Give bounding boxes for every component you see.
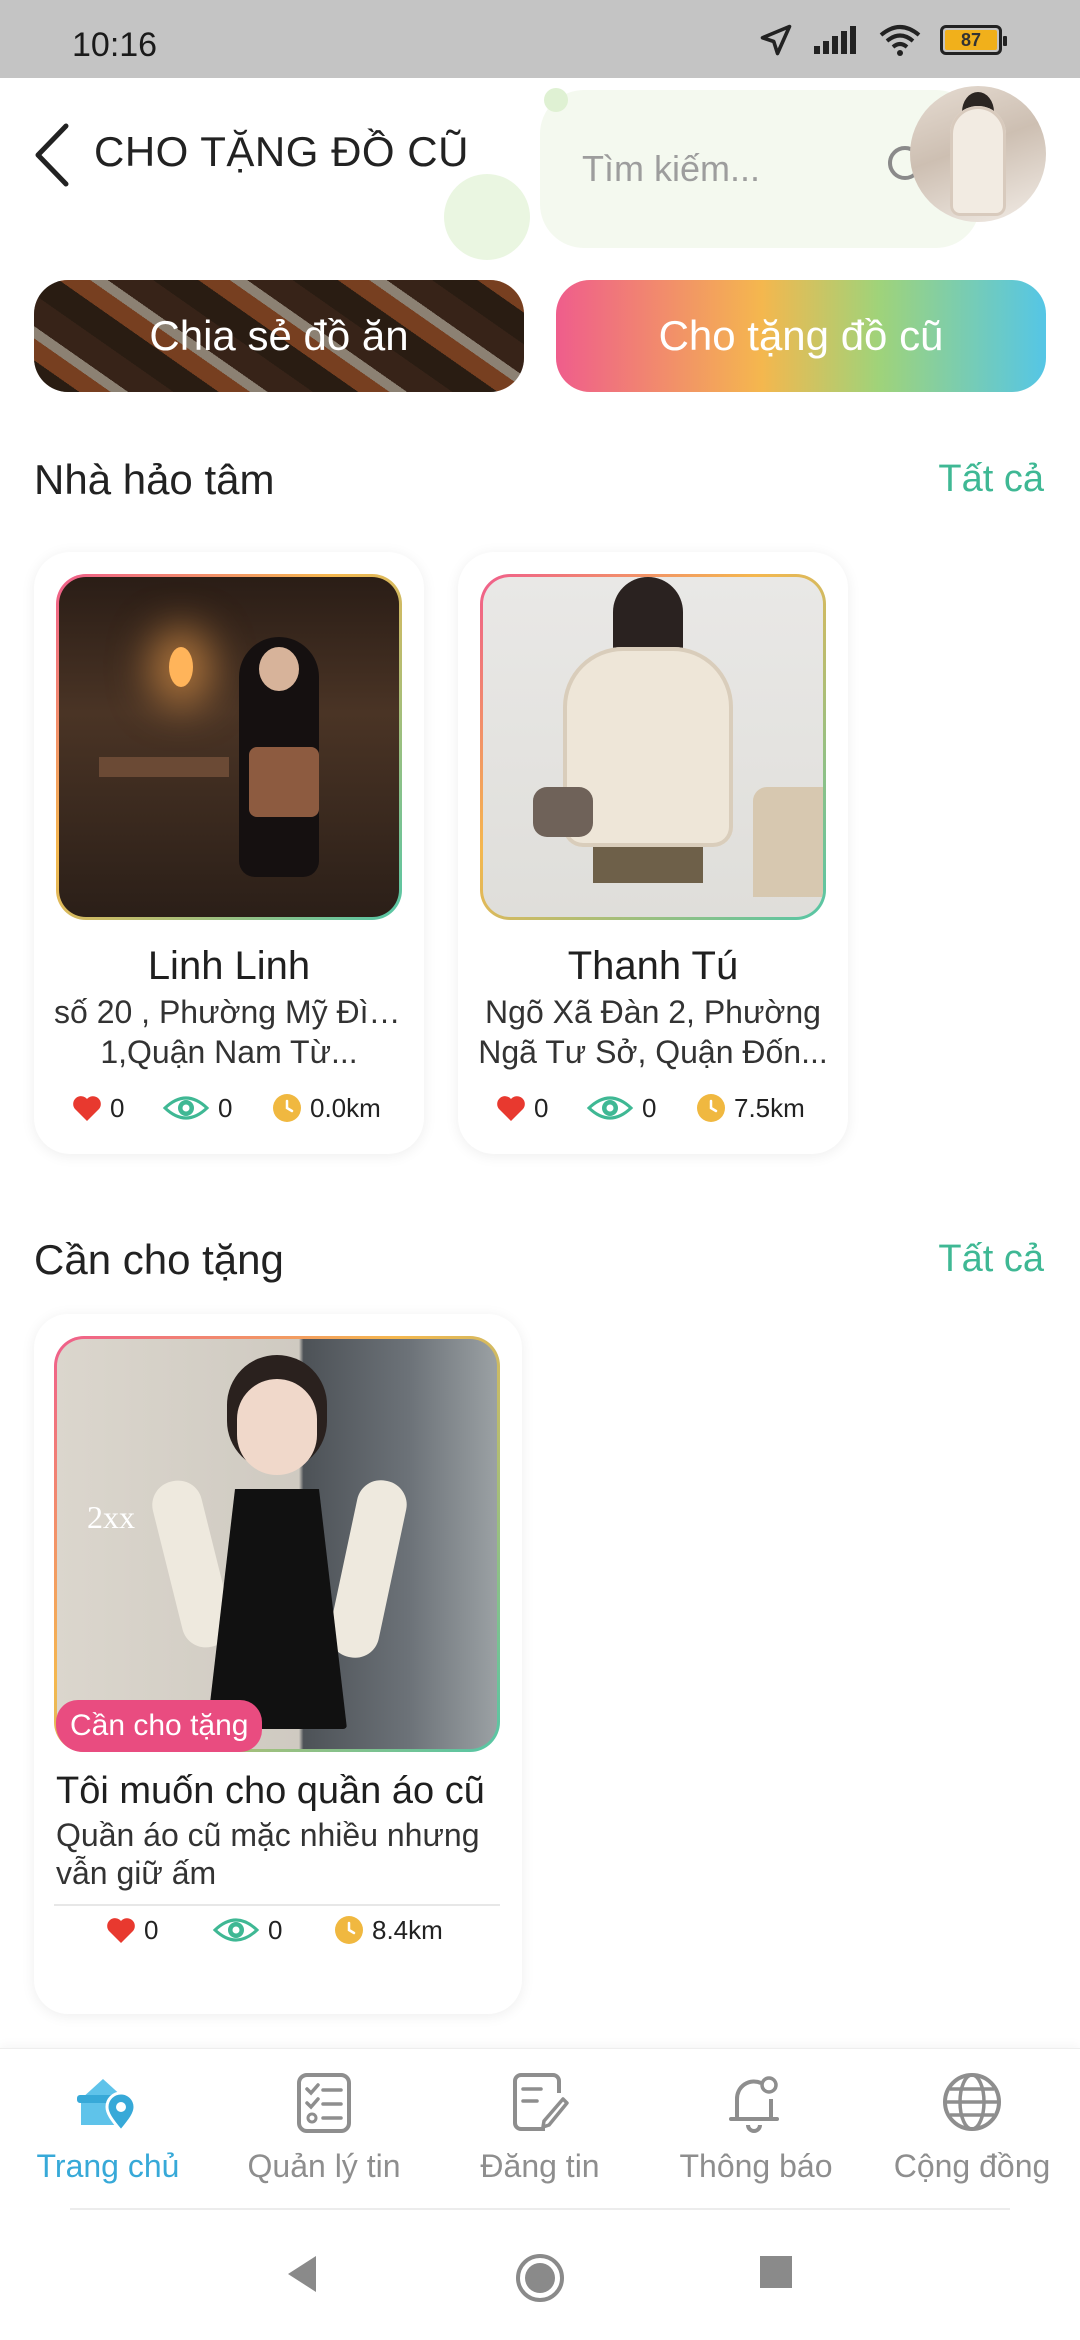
views-stat: 0 <box>586 1092 696 1124</box>
back-triangle-icon[interactable] <box>282 2252 322 2296</box>
eye-icon <box>212 1918 260 1942</box>
request-description: Quần áo cũ mặc nhiều nhưng vẫn giữ ấm <box>56 1817 480 1891</box>
clock-icon <box>273 1094 301 1122</box>
nav-item-notifications[interactable]: Thông báo <box>648 2069 864 2185</box>
back-arrow-icon[interactable] <box>30 120 74 190</box>
donor-photo <box>480 574 826 920</box>
nav-item-community[interactable]: Cộng đồng <box>864 2069 1080 2185</box>
photo-overlay-text: 2xx <box>87 1499 135 1535</box>
donor-stats: 0 0 0.0km <box>72 1092 381 1124</box>
divider <box>54 1904 500 1906</box>
requests-see-all-link[interactable]: Tất cả <box>938 1238 1044 1281</box>
request-card[interactable]: 2xx Cần cho tặng Tôi muốn cho quần áo cũ… <box>34 1314 522 2014</box>
nav-item-manage-posts[interactable]: Quản lý tin <box>216 2069 432 2185</box>
likes-stat: 0 <box>106 1915 212 1946</box>
nav-label: Cộng đồng <box>893 2148 1051 2184</box>
clock-icon <box>697 1094 725 1122</box>
divider <box>70 2208 1010 2210</box>
status-icons: 87 <box>758 22 1007 58</box>
likes-stat: 0 <box>496 1093 586 1124</box>
bottom-nav: Trang chủ Quản lý tin Đăng tin Thông báo… <box>0 2048 1080 2212</box>
decorative-dot <box>544 88 568 112</box>
decorative-circle <box>444 174 530 260</box>
distance-stat: 0.0km <box>272 1093 381 1124</box>
nav-item-home[interactable]: Trang chủ <box>0 2069 216 2185</box>
category-clothes-donate-button[interactable]: Cho tặng đồ cũ <box>556 280 1046 392</box>
header: CHO TẶNG ĐỒ CŨ Tìm kiếm... <box>0 78 1080 268</box>
page-title: CHO TẶNG ĐỒ CŨ <box>94 128 469 175</box>
donor-address: Ngõ Xã Đàn 2, Phường Ngã Tư Sở, Quận Đốn… <box>478 994 828 1070</box>
distance-stat: 8.4km <box>334 1915 443 1946</box>
bell-icon <box>729 2076 779 2133</box>
nav-label: Thông báo <box>679 2148 833 2184</box>
home-location-icon <box>77 2079 137 2134</box>
battery-level: 87 <box>945 30 997 50</box>
request-badge: Cần cho tặng <box>56 1700 263 1752</box>
status-bar: 10:16 87 <box>0 0 1080 78</box>
battery-icon: 87 <box>940 25 1007 55</box>
eye-icon <box>162 1096 210 1120</box>
donor-photo <box>56 574 402 920</box>
donor-name: Thanh Tú <box>567 944 739 988</box>
location-arrow-icon <box>760 24 792 56</box>
request-photo: 2xx <box>54 1336 500 1752</box>
category-label: Cho tặng đồ cũ <box>658 312 944 359</box>
checklist-icon <box>297 2073 351 2133</box>
home-circle-icon[interactable] <box>514 2252 566 2304</box>
heart-icon <box>73 1096 101 1121</box>
donor-stats: 0 0 7.5km <box>496 1092 805 1124</box>
nav-label: Quản lý tin <box>247 2148 401 2184</box>
clock-icon <box>335 1916 363 1944</box>
views-stat: 0 <box>162 1092 272 1124</box>
edit-document-icon <box>513 2073 569 2131</box>
heart-icon <box>497 1096 525 1121</box>
donor-address: số 20 , Phường Mỹ Đình 1,Quận Nam Từ... <box>54 994 404 1070</box>
recents-square-icon[interactable] <box>756 2252 796 2292</box>
signal-icon <box>814 26 856 54</box>
donor-card[interactable]: Thanh Tú Ngõ Xã Đàn 2, Phường Ngã Tư Sở,… <box>458 552 848 1154</box>
nav-item-post[interactable]: Đăng tin <box>432 2069 648 2185</box>
category-food-share-button[interactable]: Chia sẻ đồ ăn <box>34 280 524 392</box>
donors-section-title: Nhà hảo tâm <box>34 456 275 503</box>
donors-see-all-link[interactable]: Tất cả <box>938 458 1044 501</box>
heart-icon <box>107 1918 135 1943</box>
request-stats: 0 0 8.4km <box>106 1914 443 1946</box>
likes-stat: 0 <box>72 1093 162 1124</box>
donor-card[interactable]: Linh Linh số 20 , Phường Mỹ Đình 1,Quận … <box>34 552 424 1154</box>
eye-icon <box>586 1096 634 1120</box>
wifi-icon <box>879 25 921 56</box>
distance-stat: 7.5km <box>696 1093 805 1124</box>
globe-icon <box>943 2073 1001 2131</box>
views-stat: 0 <box>212 1914 334 1946</box>
search-placeholder: Tìm kiếm... <box>582 148 760 189</box>
requests-section-title: Cần cho tặng <box>34 1236 284 1283</box>
request-title: Tôi muốn cho quần áo cũ <box>56 1770 485 1812</box>
status-time: 10:16 <box>72 26 158 64</box>
system-nav-bar <box>0 2212 1080 2340</box>
user-avatar[interactable] <box>910 86 1046 222</box>
donor-name: Linh Linh <box>147 944 311 988</box>
nav-label: Đăng tin <box>480 2148 600 2184</box>
category-label: Chia sẻ đồ ăn <box>149 312 409 359</box>
nav-label: Trang chủ <box>36 2148 180 2184</box>
